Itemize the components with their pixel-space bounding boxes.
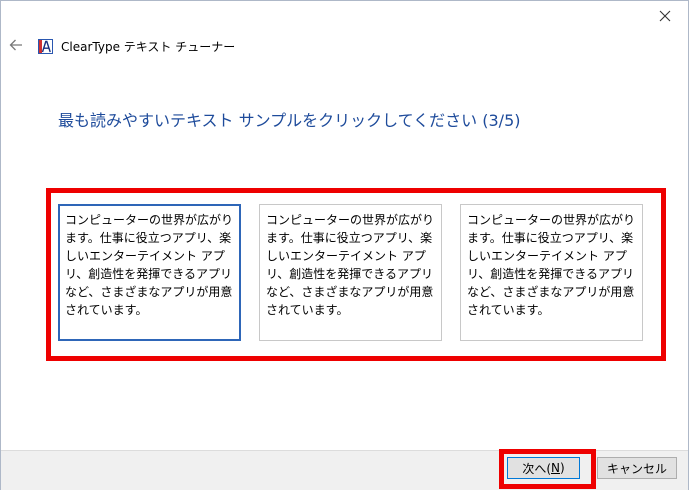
cancel-button[interactable]: キャンセル <box>597 457 677 479</box>
close-icon <box>659 10 671 22</box>
text-sample-2[interactable]: コンピューターの世界が広がります。仕事に役立つアプリ、楽しいエンターテイメント … <box>259 204 442 341</box>
next-button-highlight-frame <box>499 449 596 489</box>
page-heading: 最も読みやすいテキスト サンプルをクリックしてください (3/5) <box>58 111 521 130</box>
window-title: ClearType テキスト チューナー <box>61 40 236 54</box>
cleartype-app-icon <box>38 39 53 54</box>
cleartype-tuner-window: ClearType テキスト チューナー 最も読みやすいテキスト サンプルをクリ… <box>0 0 689 490</box>
back-button[interactable] <box>5 33 27 57</box>
text-sample-1[interactable]: コンピューターの世界が広がります。仕事に役立つアプリ、楽しいエンターテイメント … <box>58 204 241 341</box>
close-button[interactable] <box>642 1 688 31</box>
back-arrow-icon <box>9 39 22 51</box>
text-sample-3[interactable]: コンピューターの世界が広がります。仕事に役立つアプリ、楽しいエンターテイメント … <box>460 204 643 341</box>
